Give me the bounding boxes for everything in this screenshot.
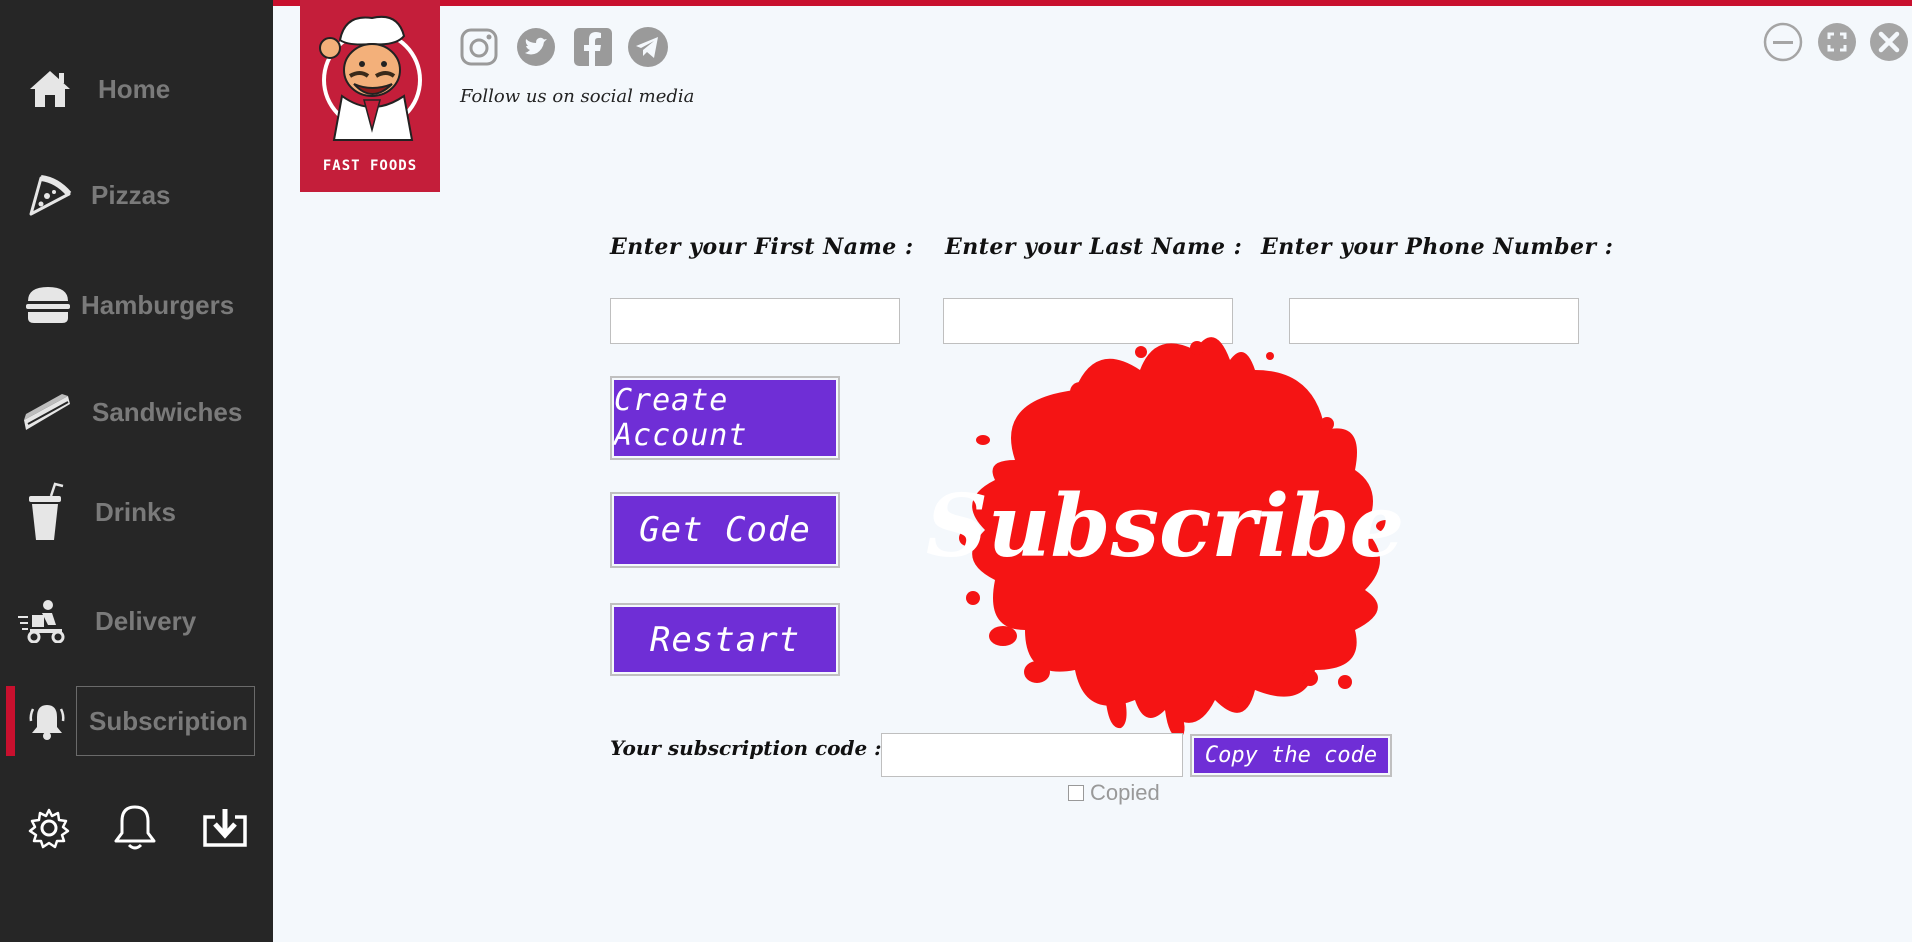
subscription-code-input[interactable] — [881, 733, 1183, 777]
home-icon — [25, 64, 75, 114]
sidebar-item-label: Hamburgers — [81, 289, 235, 320]
sidebar-item-label: Home — [98, 73, 171, 104]
copy-code-button-label: Copy the code — [1194, 738, 1388, 773]
delivery-icon — [18, 596, 68, 646]
hamburger-icon — [23, 280, 73, 330]
copied-checkbox[interactable]: Copied — [1068, 780, 1160, 806]
notification-bell-icon[interactable] — [107, 800, 163, 856]
twitter-icon[interactable] — [515, 26, 557, 68]
sidebar-item-subscription[interactable]: Subscription — [0, 686, 273, 756]
close-icon[interactable] — [1869, 22, 1909, 62]
subscription-code-label: Your subscription code : — [610, 736, 882, 760]
first-name-label: Enter your First Name : — [610, 234, 914, 260]
facebook-icon[interactable] — [572, 26, 614, 68]
sidebar-item-label: Sandwiches — [92, 396, 243, 427]
get-code-button[interactable]: Get Code — [610, 492, 840, 568]
drink-icon — [20, 482, 70, 540]
copied-checkbox-label: Copied — [1090, 780, 1160, 805]
brand-logo-text: FAST FOODS — [322, 158, 418, 174]
phone-number-label: Enter your Phone Number : — [1261, 234, 1614, 260]
minimize-icon[interactable] — [1763, 22, 1803, 62]
follow-social-text: Follow us on social media — [460, 86, 695, 107]
sidebar-item-pizzas[interactable]: Pizzas — [0, 160, 273, 230]
sandwich-icon — [22, 387, 72, 437]
sidebar-item-label: Delivery — [95, 605, 197, 636]
sidebar-item-label: Pizzas — [91, 179, 171, 210]
sidebar-item-label: Subscription — [89, 705, 248, 736]
download-icon[interactable] — [197, 800, 253, 856]
copied-checkbox-box[interactable] — [1068, 785, 1084, 801]
last-name-label: Enter your Last Name : — [945, 234, 1243, 260]
create-account-button-label: Create Account — [614, 380, 836, 456]
sidebar-item-delivery[interactable]: Delivery — [0, 586, 273, 656]
restart-button[interactable]: Restart — [610, 603, 840, 676]
instagram-icon[interactable] — [458, 26, 500, 68]
brand-logo: FAST FOODS — [300, 0, 440, 192]
telegram-icon[interactable] — [627, 26, 669, 68]
sidebar-bottom-toolbar — [0, 800, 273, 860]
subscription-bell-icon — [22, 696, 72, 746]
settings-icon[interactable] — [21, 800, 77, 856]
sidebar-item-sandwiches[interactable]: Sandwiches — [0, 377, 273, 447]
first-name-input[interactable] — [610, 298, 900, 344]
sidebar-item-home[interactable]: Home — [0, 54, 273, 124]
top-accent-line — [273, 0, 1912, 6]
sidebar-item-label: Drinks — [95, 496, 176, 527]
get-code-button-label: Get Code — [614, 496, 836, 564]
maximize-icon[interactable] — [1817, 22, 1857, 62]
chef-mascot-icon — [319, 15, 422, 141]
sidebar-item-hamburgers[interactable]: Hamburgers — [0, 270, 273, 340]
restart-button-label: Restart — [614, 607, 836, 672]
app-window: Home Pizzas Hamburgers Sandwiches Drinks — [0, 0, 1912, 942]
subscribe-splat-graphic: Subscribe — [925, 330, 1405, 740]
sidebar: Home Pizzas Hamburgers Sandwiches Drinks — [0, 0, 273, 942]
active-indicator — [6, 686, 15, 756]
create-account-button[interactable]: Create Account — [610, 376, 840, 460]
pizza-icon — [25, 170, 75, 220]
subscribe-title: Subscribe — [926, 476, 1404, 577]
copy-code-button[interactable]: Copy the code — [1190, 734, 1392, 777]
sidebar-item-drinks[interactable]: Drinks — [0, 477, 273, 547]
